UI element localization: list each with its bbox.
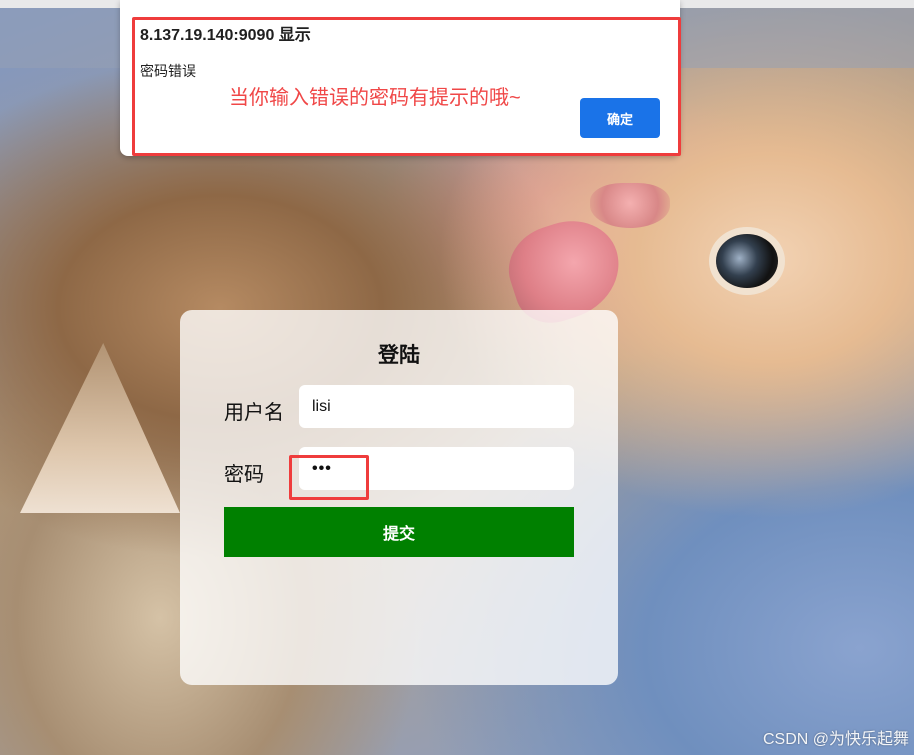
cat-eye-shape — [716, 234, 778, 288]
username-input[interactable] — [299, 385, 574, 428]
password-highlight-box — [289, 455, 369, 500]
submit-button[interactable]: 提交 — [224, 507, 574, 557]
alert-highlight-box — [132, 17, 681, 156]
cat-nose-shape — [590, 183, 670, 228]
username-label: 用户名 — [224, 402, 284, 424]
kitten-ear-shape — [20, 343, 180, 513]
csdn-watermark: CSDN @为快乐起舞 — [762, 731, 909, 748]
login-card: 登陆 用户名 密码 提交 — [180, 310, 618, 685]
password-label: 密码 — [224, 464, 264, 486]
login-page: 8.137.19.140:9090 显示 密码错误 当你输入错误的密码有提示的哦… — [0, 0, 914, 755]
login-title: 登陆 — [378, 344, 420, 367]
